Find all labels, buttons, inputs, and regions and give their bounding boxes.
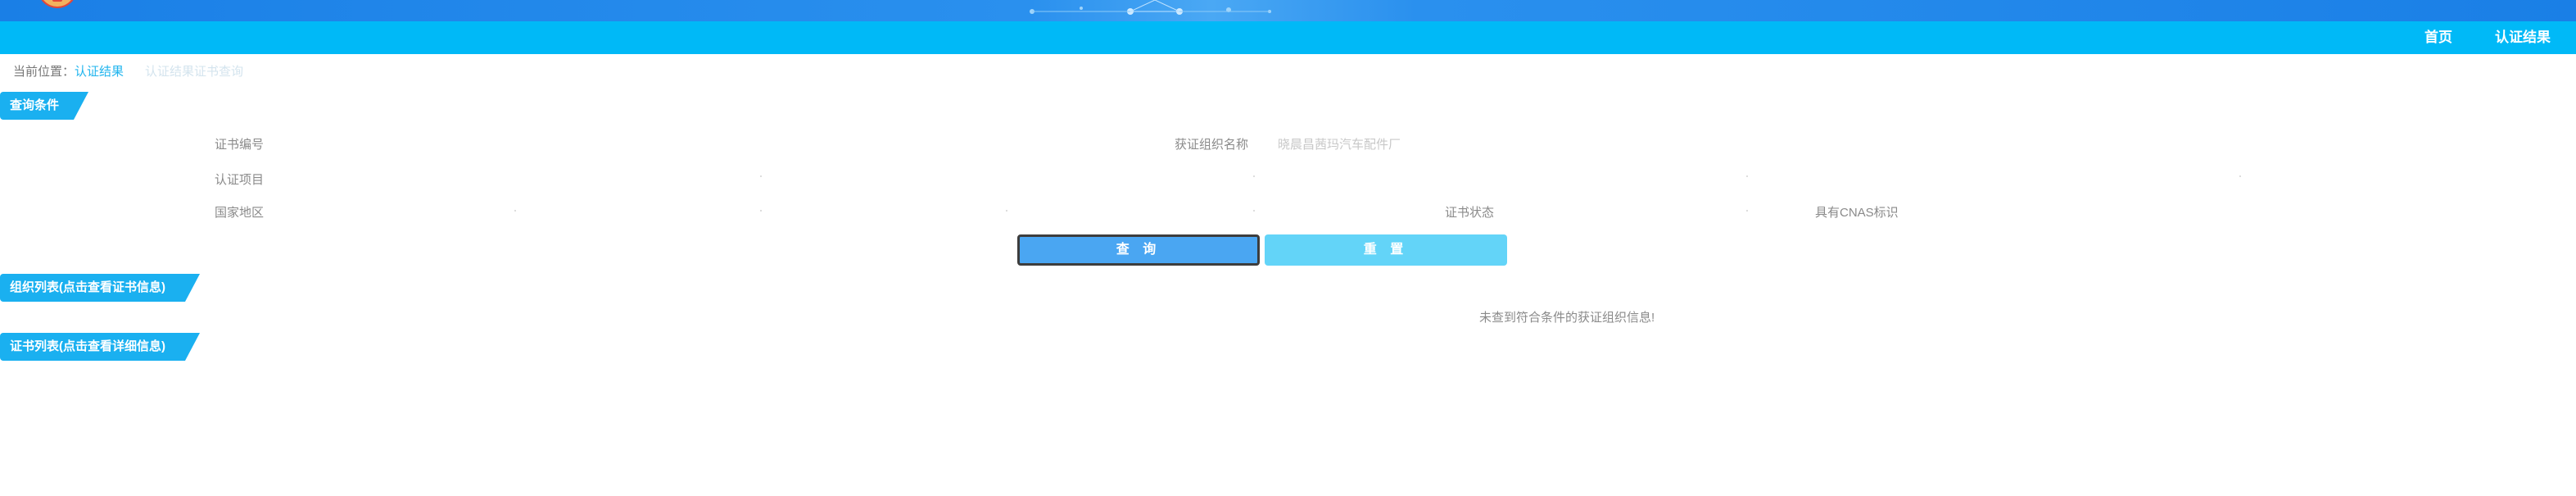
city-select[interactable] [1006,210,1007,212]
cert-project-select[interactable] [760,175,762,177]
district-select[interactable] [1253,210,1255,212]
cert-status-select[interactable] [1746,210,1748,212]
cert-status-label: 证书状态 [1445,206,1495,220]
nav-cert-result-link[interactable]: 认证结果 [2495,21,2551,54]
cert-project-subselect-2[interactable] [1746,175,1748,177]
banner-decoration [1030,0,1271,15]
org-name-input[interactable]: 晓晨昌茜玛汽车配件厂 [1278,137,1401,153]
query-button[interactable]: 查 询 [1017,234,1260,266]
cert-project-subselect-3[interactable] [2239,175,2241,177]
cert-number-label: 证书编号 [215,138,265,152]
logo [38,0,77,8]
top-banner [0,0,2576,21]
section-cert-list: 证书列表(点击查看详细信息) [0,333,200,361]
country-select[interactable] [514,210,516,212]
cnas-label: 具有CNAS标识 [1815,206,1899,220]
nav-home-link[interactable]: 首页 [2424,21,2452,54]
breadcrumb-current[interactable]: 认证结果 [75,65,124,79]
breadcrumb-prefix: 当前位置： [13,65,75,79]
breadcrumb: 当前位置：认证结果 认证结果证书查询 [13,64,243,80]
cert-project-label: 认证项目 [215,173,265,187]
cert-project-subselect[interactable] [1253,175,1255,177]
section-query-conditions: 查询条件 [0,92,88,120]
nav-bar: 首页 认证结果 [0,21,2576,54]
reset-button[interactable]: 重 置 [1265,234,1507,266]
empty-result-message: 未查到符合条件的获证组织信息! [1479,311,1655,325]
section-org-list: 组织列表(点击查看证书信息) [0,274,200,302]
org-name-label: 获证组织名称 [1175,138,1249,152]
breadcrumb-sub: 认证结果证书查询 [145,65,244,79]
country-label: 国家地区 [215,206,265,220]
province-select[interactable] [760,210,762,212]
